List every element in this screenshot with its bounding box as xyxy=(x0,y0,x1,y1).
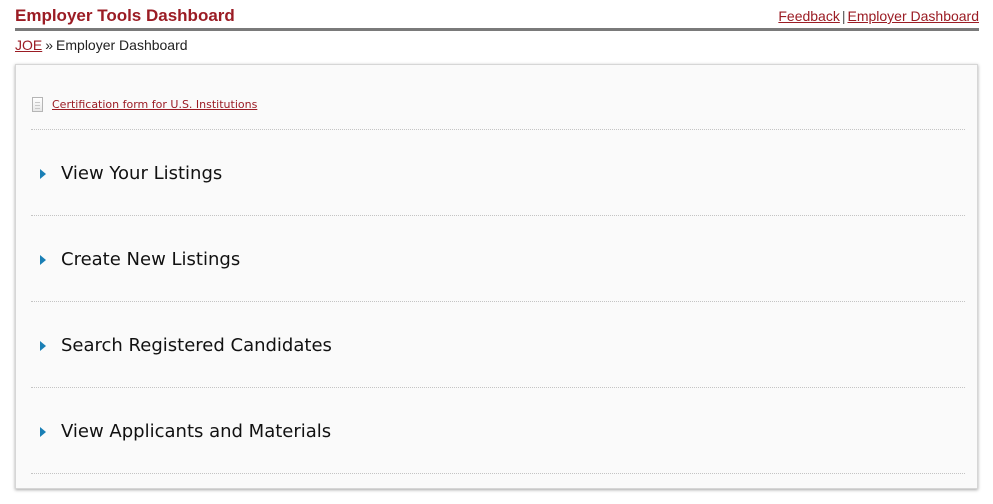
page-title: Employer Tools Dashboard xyxy=(15,6,235,25)
breadcrumb-root-link[interactable]: JOE xyxy=(15,37,42,53)
item-label: Create New Listings xyxy=(61,248,241,270)
triangle-right-icon xyxy=(40,340,46,351)
document-icon xyxy=(32,96,43,112)
page-header: Employer Tools Dashboard Feedback | Employ… xyxy=(15,0,979,31)
employer-dashboard-link[interactable]: Employer Dashboard xyxy=(847,8,979,24)
certification-form-link[interactable]: Certification form for U.S. Institutions xyxy=(52,98,257,111)
breadcrumb: JOE» Employer Dashboard xyxy=(15,37,188,53)
divider xyxy=(31,473,965,474)
divider xyxy=(31,215,965,216)
header-links: Feedback | Employer Dashboard xyxy=(778,8,979,24)
create-new-listings-item[interactable]: Create New Listings xyxy=(40,247,240,271)
breadcrumb-current: Employer Dashboard xyxy=(56,37,188,53)
certification-row: Certification form for U.S. Institutions xyxy=(32,95,257,113)
dashboard-panel: Certification form for U.S. Institutions… xyxy=(15,64,978,489)
divider xyxy=(31,301,965,302)
item-label: Search Registered Candidates xyxy=(61,334,332,356)
view-applicants-and-materials-item[interactable]: View Applicants and Materials xyxy=(40,419,331,443)
triangle-right-icon xyxy=(40,168,46,179)
divider xyxy=(31,387,965,388)
search-registered-candidates-item[interactable]: Search Registered Candidates xyxy=(40,333,332,357)
feedback-link[interactable]: Feedback xyxy=(778,8,839,24)
triangle-right-icon xyxy=(40,426,46,437)
item-label: View Your Listings xyxy=(61,162,223,184)
triangle-right-icon xyxy=(40,254,46,265)
divider xyxy=(31,129,965,130)
item-label: View Applicants and Materials xyxy=(61,420,332,442)
view-your-listings-item[interactable]: View Your Listings xyxy=(40,161,222,185)
breadcrumb-separator: » xyxy=(45,37,54,53)
